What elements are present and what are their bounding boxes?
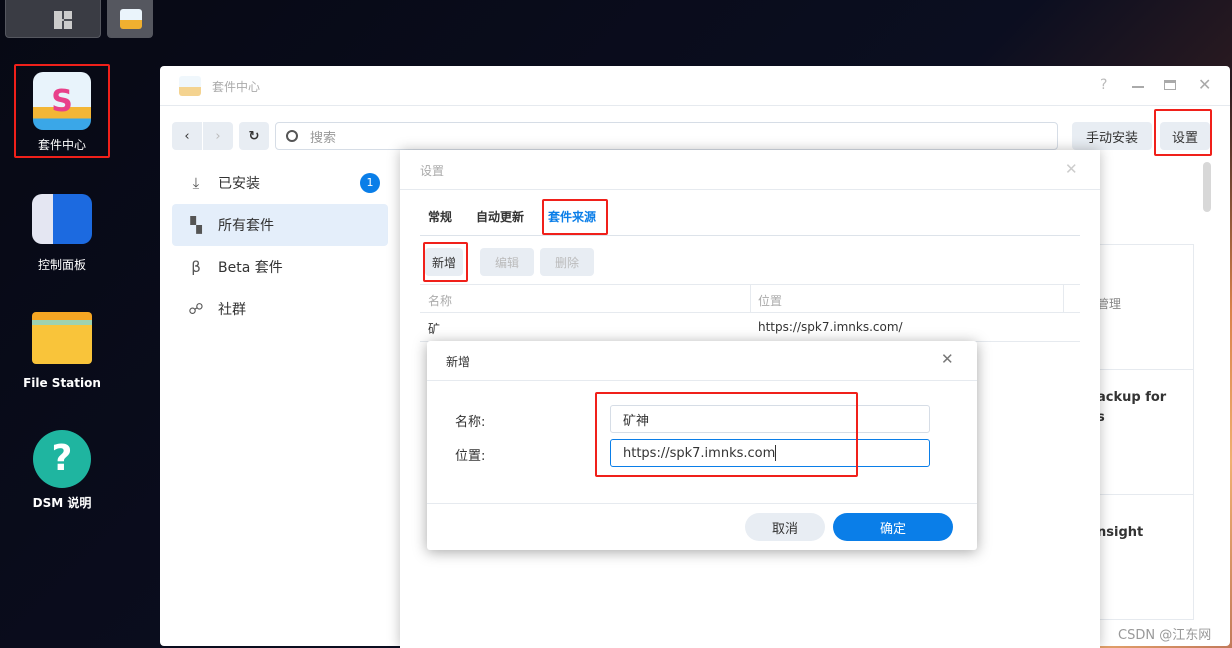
- dialog-title: 新增: [446, 355, 471, 369]
- location-input[interactable]: https://spk7.imnks.com: [610, 439, 930, 467]
- desktop-icon-package-center[interactable]: S 套件中心: [14, 72, 110, 153]
- sidebar-item-community[interactable]: ☍ 社群: [172, 288, 388, 330]
- name-label: 名称:: [455, 415, 486, 430]
- search-icon: [286, 130, 298, 142]
- package-card[interactable]: 管理: [1091, 245, 1193, 370]
- name-input[interactable]: 矿神: [610, 405, 930, 433]
- sidebar-item-label: 社群: [218, 302, 246, 318]
- table-row[interactable]: 矿 https://spk7.imnks.com/: [420, 313, 1080, 342]
- desktop-icon-label: 控制面板: [37, 258, 86, 272]
- add-source-dialog: 新增 ✕ 名称: 矿神 位置: https://spk7.imnks.com 取…: [427, 341, 977, 550]
- watermark: CSDN @江东网: [1118, 628, 1212, 643]
- tab-general[interactable]: 常规: [428, 208, 452, 225]
- divider: [427, 380, 977, 381]
- search-input[interactable]: 搜索: [275, 122, 1058, 150]
- manual-install-button[interactable]: 手动安装: [1072, 122, 1152, 150]
- help-icon: ?: [33, 430, 91, 488]
- package-card[interactable]: nsight: [1091, 495, 1193, 620]
- ok-button[interactable]: 确定: [833, 513, 953, 541]
- beta-icon: β: [191, 258, 201, 276]
- text-cursor: [775, 445, 777, 461]
- divider: [420, 235, 1080, 236]
- scrollbar[interactable]: [1203, 162, 1211, 212]
- close-icon[interactable]: ✕: [1198, 75, 1211, 94]
- back-button[interactable]: ‹: [172, 122, 202, 150]
- sidebar-item-label: 已安装: [218, 176, 260, 192]
- package-center-icon: S: [33, 72, 91, 130]
- delete-button[interactable]: 删除: [540, 248, 594, 276]
- folder-icon: [32, 312, 92, 364]
- divider: [400, 189, 1100, 190]
- close-icon[interactable]: ✕: [941, 350, 954, 368]
- installed-count-badge: 1: [360, 173, 380, 193]
- desktop-icon-label: DSM 说明: [32, 496, 92, 510]
- community-icon: ☍: [188, 300, 204, 318]
- tab-package-sources[interactable]: 套件来源: [548, 208, 596, 225]
- sidebar-item-label: 所有套件: [218, 218, 274, 234]
- close-icon[interactable]: ✕: [1065, 160, 1078, 178]
- tab-auto-update[interactable]: 自动更新: [476, 208, 524, 225]
- refresh-icon: ↻: [248, 128, 260, 144]
- desktop-icon-file-station[interactable]: File Station: [14, 312, 110, 390]
- chevron-right-icon: ›: [215, 128, 221, 144]
- control-panel-icon: [32, 194, 92, 244]
- sidebar-item-all-packages[interactable]: ▚ 所有套件: [172, 204, 388, 246]
- divider: [160, 105, 1230, 106]
- table-header: 名称 位置: [420, 284, 1080, 313]
- column-header-location[interactable]: 位置: [758, 292, 782, 309]
- minimize-icon[interactable]: [1132, 86, 1144, 88]
- location-value: https://spk7.imnks.com: [623, 445, 776, 461]
- taskbar-package-center[interactable]: [107, 0, 153, 38]
- desktop-icon-label: File Station: [23, 376, 101, 390]
- row-location: https://spk7.imnks.com/: [758, 320, 903, 334]
- window-title: 套件中心: [212, 80, 261, 94]
- cancel-button[interactable]: 取消: [745, 513, 825, 541]
- grid-icon: [54, 11, 72, 29]
- grid-icon: ▚: [190, 216, 202, 234]
- help-icon[interactable]: ?: [1100, 77, 1107, 93]
- card-title: nsight: [1097, 525, 1144, 540]
- sidebar-item-label: Beta 套件: [218, 260, 283, 276]
- card-title: ackup for: [1097, 390, 1167, 405]
- settings-button[interactable]: 设置: [1160, 122, 1210, 150]
- dialog-title: 设置: [420, 164, 445, 178]
- forward-button[interactable]: ›: [203, 122, 233, 150]
- chevron-left-icon: ‹: [184, 128, 190, 144]
- card-text: 管理: [1097, 297, 1122, 311]
- package-card-list: 管理 ackup for s nsight: [1090, 244, 1194, 620]
- desktop-icon-label: 套件中心: [37, 138, 86, 152]
- divider: [427, 503, 977, 504]
- sidebar-item-installed[interactable]: ⤓ 已安装 1: [172, 162, 388, 204]
- sidebar-item-beta[interactable]: β Beta 套件: [172, 246, 388, 288]
- window-app-icon: [179, 76, 201, 96]
- edit-button[interactable]: 编辑: [480, 248, 534, 276]
- package-center-icon: [120, 9, 142, 29]
- row-name: 矿: [428, 322, 441, 336]
- search-placeholder: 搜索: [310, 130, 337, 146]
- desktop-icon-control-panel[interactable]: 控制面板: [14, 194, 110, 273]
- sources-table: 名称 位置 矿 https://spk7.imnks.com/: [420, 284, 1080, 342]
- package-card[interactable]: ackup for s: [1091, 370, 1193, 495]
- maximize-icon[interactable]: [1164, 80, 1176, 90]
- refresh-button[interactable]: ↻: [239, 122, 269, 150]
- add-button[interactable]: 新增: [425, 248, 463, 276]
- main-menu-button[interactable]: [5, 0, 101, 38]
- column-header-name[interactable]: 名称: [428, 292, 452, 309]
- download-icon: ⤓: [192, 174, 200, 192]
- desktop-icon-dsm-help[interactable]: ? DSM 说明: [14, 430, 110, 511]
- location-label: 位置:: [455, 449, 486, 464]
